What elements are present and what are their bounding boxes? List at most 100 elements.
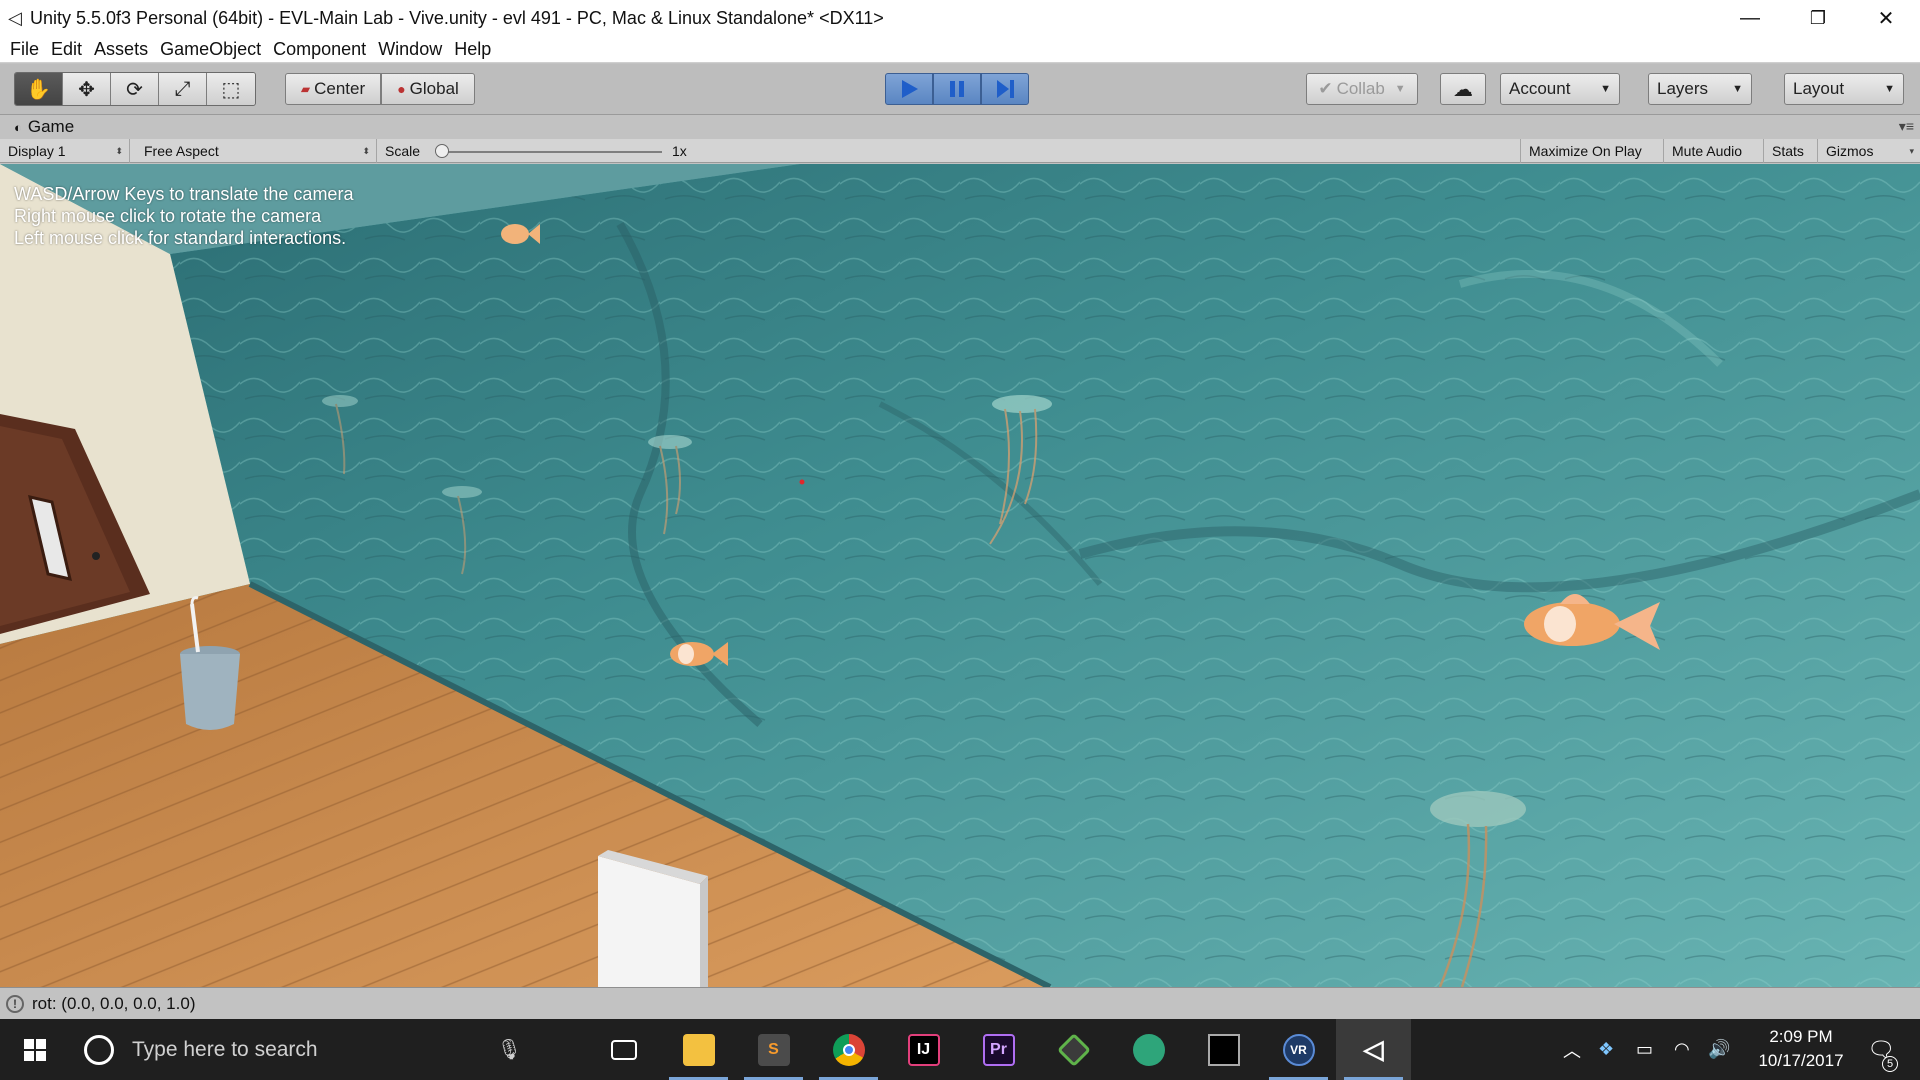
premiere-icon: Pr [982, 1033, 1015, 1066]
title-bar: ◁ Unity 5.5.0f3 Personal (64bit) - EVL-M… [0, 0, 1920, 37]
move-icon: ✥ [78, 78, 95, 101]
game-icon: ◐ [14, 119, 22, 135]
scale-tool-button[interactable]: ⤢ [159, 73, 207, 105]
updown-icon: ⬍ [362, 145, 370, 156]
clock-date: 10/17/2017 [1758, 1051, 1844, 1070]
taskbar-app-steamvr[interactable]: VR [1261, 1019, 1336, 1080]
step-button[interactable] [981, 73, 1029, 105]
task-view-button[interactable] [586, 1019, 661, 1080]
account-dropdown[interactable]: Account ▼ [1500, 73, 1620, 105]
step-icon [997, 80, 1014, 98]
restore-button[interactable]: ❐ [1784, 0, 1852, 37]
move-tool-button[interactable]: ✥ [63, 73, 111, 105]
game-options-bar: Display 1 ⬍ Free Aspect ⬍ Scale 1x Maxim… [0, 139, 1920, 163]
clock-time: 2:09 PM [1769, 1027, 1833, 1046]
space-label: Global [409, 79, 459, 98]
play-icon [902, 80, 918, 98]
collab-button[interactable]: ✔ Collab ▼ [1306, 73, 1418, 105]
hint-line-3: Left mouse click for standard interactio… [14, 228, 347, 248]
scale-slider-track[interactable] [440, 151, 662, 153]
rect-tool-button[interactable]: ⬚ [207, 73, 255, 105]
action-center-button[interactable]: 🗨 5 [1856, 1019, 1906, 1080]
start-button[interactable] [0, 1019, 70, 1080]
taskbar-app-terminal[interactable] [1186, 1019, 1261, 1080]
layers-dropdown[interactable]: Layers ▼ [1648, 73, 1752, 105]
taskbar-app-intellij[interactable]: IJ [886, 1019, 961, 1080]
pause-icon [950, 81, 964, 97]
volume-icon: 🔊 [1708, 1039, 1731, 1059]
cloud-icon: ☁ [1453, 78, 1473, 101]
layout-dropdown[interactable]: Layout ▼ [1784, 73, 1904, 105]
taskbar-search-box[interactable]: Type here to search 🎙 [70, 1019, 550, 1080]
pause-button[interactable] [933, 73, 981, 105]
taskbar-app-git-client[interactable] [1036, 1019, 1111, 1080]
taskbar-app-file-explorer[interactable] [661, 1019, 736, 1080]
menu-file[interactable]: File [10, 39, 39, 60]
mute-audio-toggle[interactable]: Mute Audio [1664, 139, 1764, 163]
dropbox-tray[interactable]: ❖ [1598, 1019, 1614, 1080]
panel-menu-icon[interactable]: ▾≡ [1899, 118, 1914, 135]
menu-bar: File Edit Assets GameObject Component Wi… [0, 37, 1920, 63]
crosshair-dot [799, 479, 805, 485]
cortana-icon [84, 1034, 114, 1065]
hand-tool-button[interactable]: ✋ [15, 73, 63, 105]
display-dropdown[interactable]: Display 1 ⬍ [0, 139, 130, 163]
game-view[interactable]: WASD/Arrow Keys to translate the camera … [0, 164, 1920, 987]
notification-count: 5 [1882, 1056, 1898, 1072]
minimize-button[interactable]: — [1716, 0, 1784, 37]
terminal-icon [1207, 1033, 1240, 1066]
chevron-down-icon: ▼ [1394, 83, 1406, 95]
menu-component[interactable]: Component [273, 39, 366, 60]
taskbar-app-premiere[interactable]: Pr [961, 1019, 1036, 1080]
hand-icon: ✋ [26, 78, 51, 101]
collab-label: Collab [1336, 79, 1385, 98]
show-hidden-icons-button[interactable]: ︿ [1563, 1019, 1581, 1080]
taskbar-app-unity[interactable]: ◁ [1336, 1019, 1411, 1080]
maximize-on-play-toggle[interactable]: Maximize On Play [1520, 139, 1664, 163]
menu-edit[interactable]: Edit [51, 39, 82, 60]
scene-render [0, 164, 1920, 987]
folder-icon [682, 1033, 715, 1066]
display-label: Display 1 [8, 143, 66, 159]
scale-slider-handle[interactable] [435, 144, 449, 158]
windows-taskbar: Type here to search 🎙 S IJ Pr VR ◁ ︿ ❖ ▭… [0, 1019, 1920, 1080]
pivot-center-button[interactable]: ▰ Center [285, 73, 381, 105]
task-view-icon [610, 1039, 637, 1060]
close-button[interactable]: ✕ [1852, 0, 1920, 37]
taskbar-app-sublime-text[interactable]: S [736, 1019, 811, 1080]
game-tab[interactable]: ◐ Game ▾≡ [0, 115, 1920, 139]
stats-toggle[interactable]: Stats [1764, 139, 1818, 163]
taskbar-clock[interactable]: 2:09 PM 10/17/2017 [1746, 1025, 1856, 1073]
transform-tools: ✋ ✥ ⟳ ⤢ ⬚ [14, 72, 256, 106]
check-icon: ✔ [1318, 79, 1333, 98]
wifi-tray[interactable]: ◠ [1674, 1019, 1690, 1080]
menu-window[interactable]: Window [378, 39, 442, 60]
chevron-down-icon: ▼ [1732, 83, 1743, 95]
pivot-global-button[interactable]: ● Global [381, 73, 475, 105]
chevron-down-icon: ▼ [1884, 83, 1895, 95]
chevron-down-icon: ▼ [1600, 83, 1611, 95]
hint-line-2: Right mouse click to rotate the camera [14, 206, 322, 226]
wifi-icon: ◠ [1674, 1039, 1690, 1059]
taskbar-app-chrome[interactable] [811, 1019, 886, 1080]
chrome-icon [832, 1033, 865, 1066]
rotate-tool-button[interactable]: ⟳ [111, 73, 159, 105]
menu-help[interactable]: Help [454, 39, 491, 60]
rotate-icon: ⟳ [126, 78, 143, 101]
battery-tray[interactable]: ▭ [1636, 1019, 1653, 1080]
console-status-bar[interactable]: ! rot: (0.0, 0.0, 0.0, 1.0) [0, 987, 1920, 1019]
play-button[interactable] [885, 73, 933, 105]
sublime-text-icon: S [757, 1033, 790, 1066]
cloud-button[interactable]: ☁ [1440, 73, 1486, 105]
steamvr-icon: VR [1282, 1033, 1315, 1066]
menu-assets[interactable]: Assets [94, 39, 148, 60]
menu-gameobject[interactable]: GameObject [160, 39, 261, 60]
taskbar-app-atom[interactable] [1111, 1019, 1186, 1080]
gizmos-label: Gizmos [1826, 143, 1874, 159]
aspect-dropdown[interactable]: Free Aspect ⬍ [136, 139, 377, 163]
volume-tray[interactable]: 🔊 [1708, 1019, 1730, 1080]
microphone-icon[interactable]: 🎙 [497, 1037, 522, 1062]
intellij-icon: IJ [907, 1033, 940, 1066]
atom-icon [1132, 1033, 1165, 1066]
gizmos-dropdown[interactable]: Gizmos ▾ [1818, 139, 1920, 163]
